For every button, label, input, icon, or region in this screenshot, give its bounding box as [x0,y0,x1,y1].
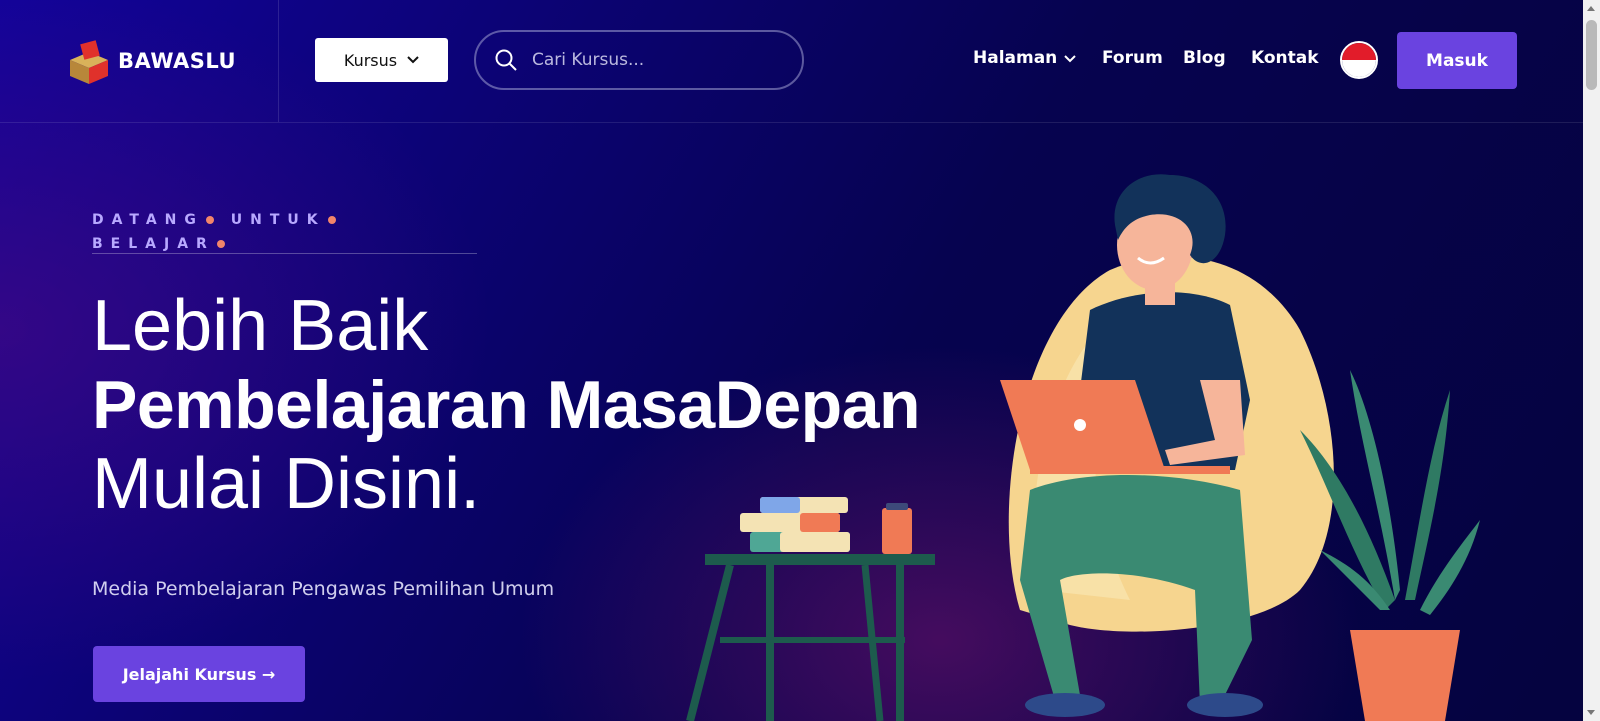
scroll-down-arrow-icon[interactable] [1587,710,1595,715]
plant-leaf [1405,390,1450,600]
chevron-down-icon [407,56,419,64]
kursus-label: Kursus [343,50,398,70]
nav-blog[interactable]: Blog [1183,48,1226,68]
search-input[interactable] [530,49,794,71]
nav-forum[interactable]: Forum [1102,48,1163,68]
search-box[interactable] [474,30,804,90]
kursus-dropdown-button[interactable]: Kursus [315,38,448,82]
shoe [1187,693,1263,717]
shoe [1025,693,1105,717]
hero-illustration [686,174,1480,721]
logo[interactable]: BAWASLU [68,38,236,84]
tagline-dot [327,215,336,224]
cta-label: Jelajahi Kursus → [122,664,276,684]
scrollbar-thumb[interactable] [1586,20,1597,90]
tagline-word-1: DATANG [92,212,204,228]
hero-subtitle: Media Pembelajaran Pengawas Pemilihan Um… [92,578,555,600]
tagline-dot [216,239,225,248]
cup-lid [886,503,908,510]
flag-white-stripe [1342,60,1376,77]
hero-tagline: DATANG UNTUK BELAJAR [92,208,477,256]
nav-halaman[interactable]: Halaman [973,48,1077,68]
nav-kontak-label: Kontak [1251,48,1319,68]
tagline-word-2: UNTUK [230,212,326,228]
logo-box-icon [70,40,108,84]
book [780,532,850,552]
scrollbar[interactable] [1583,0,1600,721]
book [800,513,840,532]
logo-text: BAWASLU [118,49,237,73]
indonesia-flag-icon[interactable] [1340,41,1378,79]
masuk-button[interactable]: Masuk [1397,32,1517,89]
scroll-up-arrow-icon[interactable] [1587,6,1595,11]
nav-halaman-label: Halaman [973,48,1058,68]
tagline-word-3: BELAJAR [92,236,215,252]
tagline-dot [205,215,214,224]
tagline-underline [92,253,477,254]
laptop-base [1030,466,1230,474]
site-header: BAWASLU Kursus Halaman Forum Blog Kontak… [0,0,1583,123]
header-divider [278,0,279,122]
book [760,497,800,513]
flag-red-stripe [1342,43,1376,60]
plant-pot [1350,630,1460,721]
side-table-top [705,554,935,565]
laptop-logo [1074,419,1086,431]
cup [882,508,912,554]
nav-blog-label: Blog [1183,48,1226,68]
masuk-label: Masuk [1426,50,1488,71]
search-icon [495,49,517,71]
chevron-down-icon [1064,54,1077,62]
nav-kontak[interactable]: Kontak [1251,48,1319,68]
jelajahi-kursus-button[interactable]: Jelajahi Kursus → [93,646,305,702]
nav-forum-label: Forum [1102,48,1163,68]
